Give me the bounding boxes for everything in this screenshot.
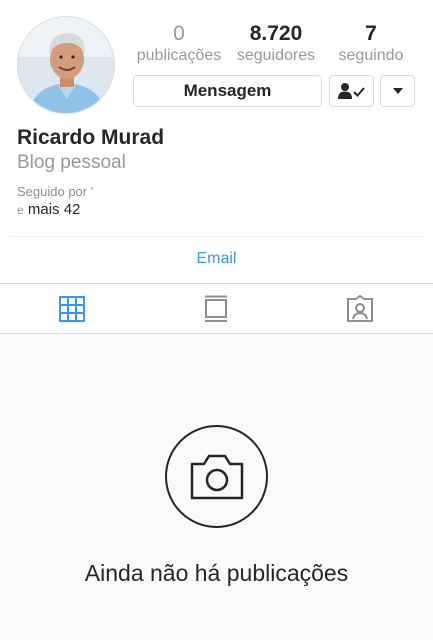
tab-grid[interactable] — [0, 284, 144, 334]
profile-photo — [18, 17, 114, 113]
tab-tagged[interactable] — [288, 284, 432, 334]
stat-followers[interactable]: 8.720 seguidores — [226, 22, 326, 66]
empty-state: Ainda não há publicações — [0, 334, 433, 640]
followers-count: 8.720 — [249, 22, 303, 45]
following-count: 7 — [365, 22, 377, 45]
grid-icon — [59, 296, 85, 322]
avatar[interactable] — [17, 16, 115, 114]
tab-feed[interactable] — [144, 284, 288, 334]
stat-posts[interactable]: 0 publicações — [129, 22, 229, 66]
chevron-down-icon — [392, 88, 403, 94]
followed-by-more-prefix: e — [17, 203, 24, 217]
profile-stats: 0 publicações 8.720 seguidores 7 seguind… — [133, 22, 418, 70]
followed-by-more-count: mais 42 — [27, 201, 81, 218]
following-button[interactable] — [329, 75, 374, 107]
camera-icon — [190, 454, 243, 499]
followers-label: seguidores — [236, 47, 316, 64]
message-button[interactable]: Mensagem — [133, 75, 322, 107]
profile-category: Blog pessoal — [17, 152, 126, 173]
more-options-button[interactable] — [380, 75, 415, 107]
camera-circle — [165, 425, 268, 528]
empty-state-text: Ainda não há publicações — [84, 560, 349, 586]
posts-count: 0 — [173, 22, 185, 45]
posts-label: publicações — [136, 47, 222, 64]
person-check-icon — [337, 83, 365, 99]
following-label: seguindo — [338, 47, 404, 64]
followed-by-text[interactable]: Seguido por ' — [17, 184, 93, 199]
stat-following[interactable]: 7 seguindo — [321, 22, 421, 66]
profile-name: Ricardo Murad — [17, 126, 165, 149]
email-link[interactable]: Email — [0, 250, 433, 268]
divider — [10, 236, 423, 237]
feed-icon — [205, 295, 227, 322]
followed-by-more[interactable]: e mais 42 — [17, 201, 80, 218]
tagged-icon — [347, 295, 373, 322]
profile-tabs — [0, 283, 433, 334]
